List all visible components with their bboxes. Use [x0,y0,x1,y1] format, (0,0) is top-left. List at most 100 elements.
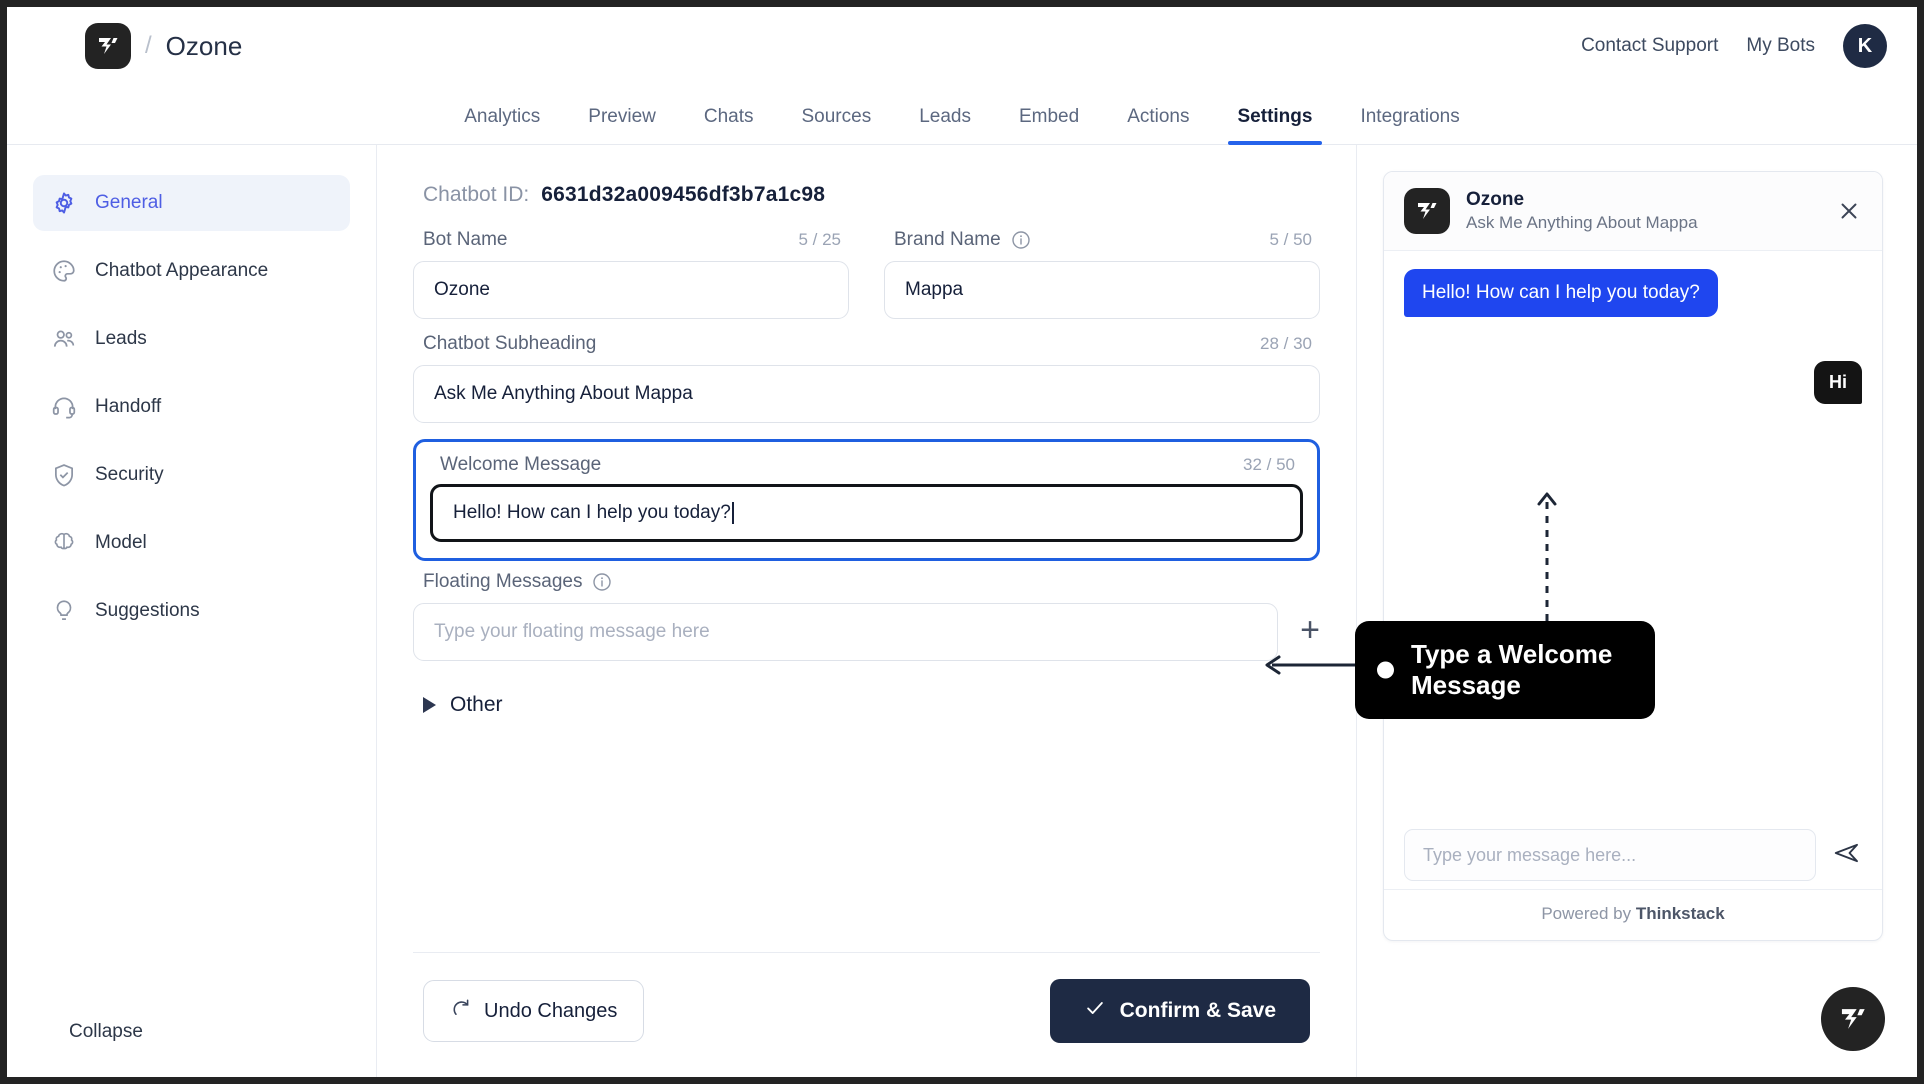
sidebar-item-label: Leads [95,328,147,349]
tab-settings[interactable]: Settings [1214,106,1337,145]
floating-message-input[interactable] [413,603,1279,661]
user-message-bubble: Hi [1814,361,1862,404]
sidebar-item-label: General [95,192,163,213]
close-icon[interactable] [1836,198,1862,224]
bot-name-field: Bot Name 5 / 25 [413,229,849,319]
tab-sources[interactable]: Sources [778,106,896,144]
confirm-save-label: Confirm & Save [1119,999,1276,1022]
form-actions: Undo Changes Confirm & Save [413,952,1320,1077]
powered-by-prefix: Powered by [1541,904,1636,923]
tab-actions[interactable]: Actions [1103,106,1213,144]
welcome-message-highlight: Welcome Message 32 / 50 Hello! How can I… [413,439,1320,561]
chat-message-input[interactable] [1404,829,1816,881]
lightbulb-icon [51,598,77,624]
chat-widget-subtitle: Ask Me Anything About Mappa [1466,212,1698,232]
top-header: / Ozone Contact Support My Bots K [7,7,1917,85]
floating-message-row: + [413,603,1320,661]
info-icon[interactable] [1011,230,1031,250]
welcome-message-header: Welcome Message 32 / 50 [430,454,1303,484]
chatbot-subheading-header: Chatbot Subheading 28 / 30 [413,333,1320,365]
settings-sidebar: General Chatbot Appearance Leads Handoff… [7,145,377,1077]
thinkstack-logo-icon[interactable] [85,23,131,69]
avatar[interactable]: K [1843,24,1887,68]
tab-preview[interactable]: Preview [564,106,680,144]
undo-changes-button[interactable]: Undo Changes [423,980,645,1042]
sidebar-item-general[interactable]: General [33,175,350,231]
welcome-message-counter: 32 / 50 [1243,455,1295,474]
brain-icon [51,530,77,556]
welcome-message-label: Welcome Message [440,454,602,475]
dashed-arrow-up-icon [1535,483,1559,628]
undo-changes-label: Undo Changes [484,999,618,1022]
sidebar-item-leads[interactable]: Leads [33,311,350,367]
arrow-left-icon [1262,650,1362,685]
check-icon [1084,997,1106,1025]
bot-message-bubble: Hello! How can I help you today? [1404,269,1718,317]
welcome-message-input[interactable]: Hello! How can I help you today? [430,484,1303,542]
header-actions: Contact Support My Bots K [1581,24,1887,68]
bot-name-header: Bot Name 5 / 25 [413,229,849,261]
sidebar-item-model[interactable]: Model [33,515,350,571]
tab-leads[interactable]: Leads [895,106,995,144]
chatbot-id-row: Chatbot ID: 6631d32a009456df3b7a1c98 [423,183,1320,207]
bot-name-label: Bot Name [423,229,508,250]
tooltip-callout-text: Type a Welcome Message [1411,639,1613,701]
users-icon [51,326,77,352]
main-tabs: Analytics Preview Chats Sources Leads Em… [7,85,1917,145]
sidebar-item-suggestions[interactable]: Suggestions [33,583,350,639]
floating-messages-field: Floating Messages + [413,571,1320,661]
floating-messages-label: Floating Messages [423,571,583,592]
collapse-sidebar-button[interactable]: Collapse [7,999,376,1077]
chatbot-subheading-field: Chatbot Subheading 28 / 30 [413,333,1320,423]
confirm-save-button[interactable]: Confirm & Save [1049,979,1310,1043]
gear-icon [51,190,77,216]
sidebar-item-chatbot-appearance[interactable]: Chatbot Appearance [33,243,350,299]
brand-name-label: Brand Name [894,229,1001,250]
chatbot-subheading-counter: 28 / 30 [1260,334,1312,353]
chat-widget-titles: Ozone Ask Me Anything About Mappa [1466,188,1698,234]
chat-messages: Hello! How can I help you today? Hi [1384,251,1882,815]
tab-chats[interactable]: Chats [680,106,778,144]
info-icon[interactable] [592,572,612,592]
welcome-message-value: Hello! How can I help you today? [453,502,731,523]
palette-icon [51,258,77,284]
powered-by: Powered by Thinkstack [1384,889,1882,940]
chatbot-subheading-label: Chatbot Subheading [423,333,597,354]
bot-name-input[interactable] [413,261,849,319]
brand-name-counter: 5 / 50 [1269,230,1312,249]
plus-icon[interactable]: + [1300,613,1320,651]
send-icon[interactable] [1832,838,1862,873]
other-label: Other [450,693,503,716]
chat-widget-header: Ozone Ask Me Anything About Mappa [1384,172,1882,251]
breadcrumb-separator: / [145,32,152,59]
brand-name-input[interactable] [884,261,1320,319]
content-area: General Chatbot Appearance Leads Handoff… [7,145,1917,1077]
text-cursor [731,502,734,524]
name-fields-row: Bot Name 5 / 25 Brand Name [413,229,1320,333]
contact-support-link[interactable]: Contact Support [1581,35,1718,57]
sidebar-item-label: Security [95,464,164,485]
form-fields: Chatbot ID: 6631d32a009456df3b7a1c98 Bot… [377,175,1356,952]
sidebar-item-security[interactable]: Security [33,447,350,503]
bot-name-counter: 5 / 25 [798,230,841,249]
powered-by-brand: Thinkstack [1635,904,1725,923]
sidebar-item-label: Suggestions [95,600,200,621]
chat-launcher-button[interactable] [1821,987,1885,1051]
tab-integrations[interactable]: Integrations [1336,106,1483,144]
chatbot-subheading-input[interactable] [413,365,1320,423]
tooltip-callout: Type a Welcome Message [1355,621,1655,720]
triangle-right-icon [423,697,436,713]
sidebar-item-label: Model [95,532,147,553]
settings-form: Chatbot ID: 6631d32a009456df3b7a1c98 Bot… [377,145,1357,1077]
sidebar-item-label: Handoff [95,396,162,417]
tab-embed[interactable]: Embed [995,106,1103,144]
brand-name-field: Brand Name 5 / 50 [884,229,1320,319]
sidebar-item-handoff[interactable]: Handoff [33,379,350,435]
my-bots-link[interactable]: My Bots [1746,35,1815,57]
chatbot-id-label: Chatbot ID: [423,183,530,206]
chat-widget: Ozone Ask Me Anything About Mappa Hello!… [1383,171,1883,941]
bullet-dot-icon [1377,661,1394,679]
other-accordion[interactable]: Other [423,693,1320,717]
tab-analytics[interactable]: Analytics [440,106,564,144]
chatbot-id-value: 6631d32a009456df3b7a1c98 [541,183,826,206]
